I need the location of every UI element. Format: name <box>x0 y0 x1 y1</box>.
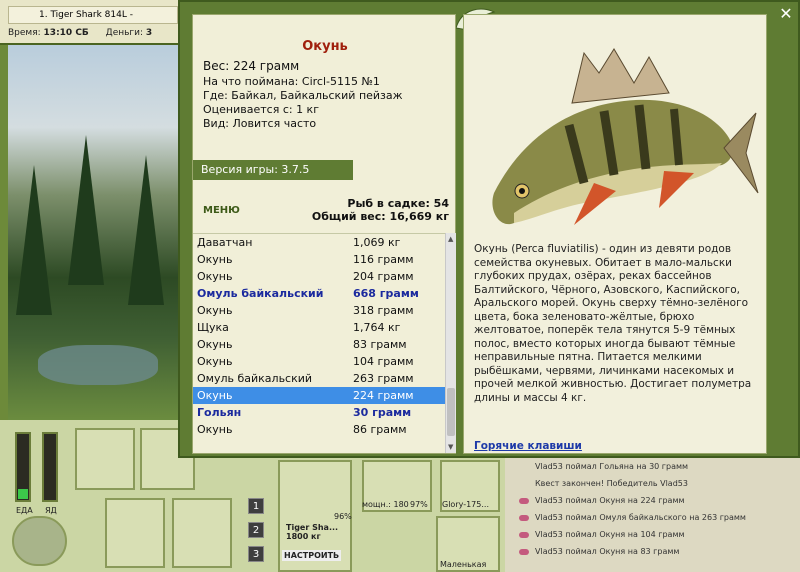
catch-row[interactable]: Окунь 116 грамм <box>193 251 445 268</box>
catch-name: Окунь <box>197 355 233 368</box>
catch-weight: 104 грамм <box>353 355 414 368</box>
fish-icon <box>519 549 529 555</box>
page-3-button[interactable]: 3 <box>248 546 264 562</box>
catch-row[interactable]: Окунь 86 грамм <box>193 421 445 438</box>
line-label: Glory-175... <box>442 500 489 509</box>
poison-label: ЯД <box>45 506 57 515</box>
bait-info: На что поймана: Circl-5115 №1 <box>203 75 380 88</box>
time-value: 13:10 СБ <box>43 28 89 38</box>
catch-row[interactable]: Окунь 224 грамм <box>193 387 445 404</box>
food-label: ЕДА <box>16 506 33 515</box>
catch-row[interactable]: Щука 1,764 кг <box>193 319 445 336</box>
catch-list: Даватчан 1,069 кг Окунь 116 грамм Окунь 204 г… <box>193 233 445 453</box>
fish-icon <box>519 498 529 504</box>
catch-name: Окунь <box>197 389 233 402</box>
value-info: Оценивается с: 1 кг <box>203 103 319 116</box>
backpack-icon[interactable] <box>75 428 135 490</box>
chat-log: Vlad53 поймал Гольяна на 30 грамм Квест … <box>505 458 800 572</box>
catch-name: Окунь <box>197 270 233 283</box>
net-count: Рыб в садке: 54 <box>347 197 449 210</box>
time-label: Время: <box>8 28 41 38</box>
food-meter <box>15 432 31 502</box>
catch-weight: 86 грамм <box>353 423 407 436</box>
fish-title: Окунь <box>302 39 348 54</box>
close-icon[interactable]: ✕ <box>777 5 795 23</box>
lake-scene <box>8 45 188 420</box>
catch-row[interactable]: Омуль байкальский 668 грамм <box>193 285 445 302</box>
catch-name: Гольян <box>197 406 242 419</box>
catch-name: Омуль байкальский <box>197 372 313 385</box>
fish-icon <box>519 532 529 538</box>
catch-name: Окунь <box>197 423 233 436</box>
fish-description: Окунь (Perca fluviatilis) - один из девя… <box>474 243 752 404</box>
chat-line: Vlad53 поймал Гольяна на 30 грамм <box>535 462 689 471</box>
rod-name: Tiger Sha... <box>286 523 339 532</box>
catch-name: Окунь <box>197 253 233 266</box>
chat-line: Vlad53 поймал Окуня на 83 грамм <box>535 547 680 556</box>
location-info: Где: Байкал, Байкальский пейзаж <box>203 89 403 102</box>
location-tab[interactable]: 1. Tiger Shark 814L - <box>8 6 178 24</box>
chat-line: Квест закончен! Победитель Vlad53 <box>535 479 688 488</box>
basket-icon[interactable] <box>105 498 165 568</box>
tree <box>68 135 104 285</box>
menu-button[interactable]: МЕНЮ <box>203 205 240 216</box>
catch-weight: 116 грамм <box>353 253 414 266</box>
catch-row[interactable]: Окунь 318 грамм <box>193 302 445 319</box>
reel-percent: 97% <box>410 500 428 509</box>
catch-weight: 668 грамм <box>353 287 419 300</box>
catch-name: Щука <box>197 321 229 334</box>
net-weight: Общий вес: 16,669 кг <box>311 210 449 223</box>
kind-info: Вид: Ловится часто <box>203 117 317 130</box>
catch-weight: 204 грамм <box>353 270 414 283</box>
reel-label: мощн.: 180 <box>362 500 409 509</box>
tree <box>16 165 52 315</box>
catch-name: Омуль байкальский <box>197 287 324 300</box>
catch-row[interactable]: Омуль байкальский 263 грамм <box>193 370 445 387</box>
catch-name: Окунь <box>197 304 233 317</box>
perch-image <box>492 48 759 225</box>
rod-percent: 96% <box>334 512 352 521</box>
catch-name: Окунь <box>197 338 233 351</box>
catch-weight: 263 грамм <box>353 372 414 385</box>
hotkeys-link[interactable]: Горячие клавиши <box>474 440 582 452</box>
catch-weight: 318 грамм <box>353 304 414 317</box>
catch-row[interactable]: Даватчан 1,069 кг <box>193 234 445 251</box>
catch-weight: 1,764 кг <box>353 321 401 334</box>
catch-row[interactable]: Окунь 104 грамм <box>193 353 445 370</box>
page-1-button[interactable]: 1 <box>248 498 264 514</box>
fish-info-panel: Окунь Вес: 224 грамм На что поймана: Cir… <box>192 14 456 454</box>
game-stats: Время: 13:10 СБ Деньги: 3 <box>8 28 166 38</box>
water <box>38 345 158 385</box>
lure-label: Маленькая <box>440 560 487 569</box>
page-2-button[interactable]: 2 <box>248 522 264 538</box>
scroll-down-icon[interactable]: ▼ <box>448 443 453 451</box>
tree <box>128 155 164 305</box>
version-label: Версия игры: 3.7.5 <box>193 160 353 180</box>
chat-line: Vlad53 поймал Окуня на 224 грамм <box>535 496 685 505</box>
chat-line: Vlad53 поймал Окуня на 104 грамм <box>535 530 685 539</box>
scroll-up-icon[interactable]: ▲ <box>448 235 453 243</box>
catch-row[interactable]: Окунь 83 грамм <box>193 336 445 353</box>
bucket-icon[interactable] <box>172 498 232 568</box>
catch-weight: 1,069 кг <box>353 236 401 249</box>
poison-meter <box>42 432 58 502</box>
fish-description-panel: Окунь (Perca fluviatilis) - один из девя… <box>463 14 767 454</box>
catch-row[interactable]: Окунь 204 грамм <box>193 268 445 285</box>
pot-icon[interactable] <box>12 516 67 566</box>
rod-length: 1800 кг <box>286 532 321 541</box>
money-value: 3 <box>145 28 153 38</box>
setup-button[interactable]: НАСТРОИТЬ <box>282 550 342 561</box>
money-label: Деньги: <box>105 28 144 38</box>
catch-weight: 83 грамм <box>353 338 407 351</box>
catch-weight: 30 грамм <box>353 406 412 419</box>
fish-weight: Вес: 224 грамм <box>203 59 300 73</box>
catch-weight: 224 грамм <box>353 389 414 402</box>
chat-line: Vlad53 поймал Омуля байкальского на 263 … <box>535 513 746 522</box>
catch-row[interactable]: Гольян 30 грамм <box>193 404 445 421</box>
scroll-thumb[interactable] <box>447 388 455 436</box>
fish-icon <box>519 515 529 521</box>
catch-list-scrollbar[interactable]: ▲ ▼ <box>445 233 456 453</box>
catch-name: Даватчан <box>197 236 253 249</box>
